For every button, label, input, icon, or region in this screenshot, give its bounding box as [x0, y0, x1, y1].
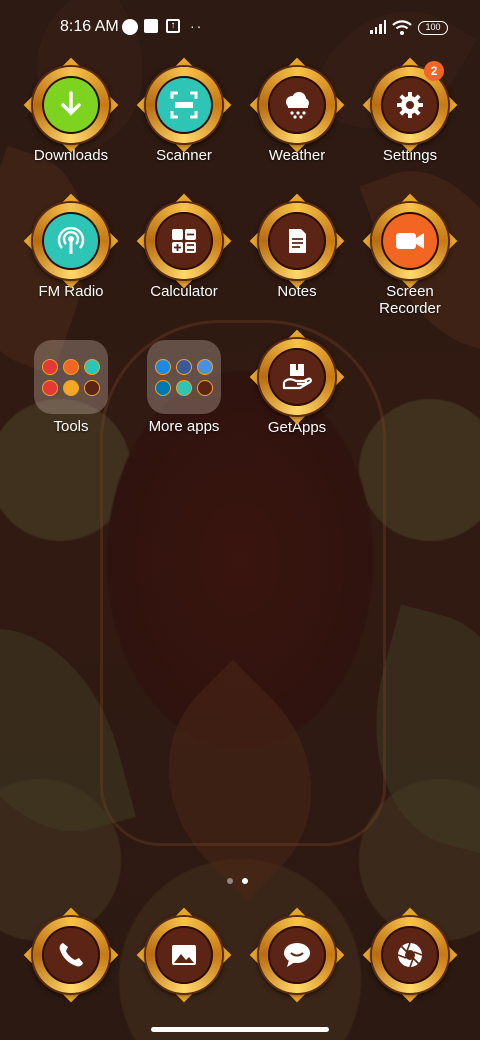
- radio-icon: [42, 212, 100, 270]
- folder-more-apps[interactable]: More apps: [129, 339, 239, 435]
- folder-icon: [34, 340, 108, 414]
- getapps-icon: [268, 348, 326, 406]
- battery-icon: 100: [418, 21, 448, 35]
- app-getapps[interactable]: GetApps: [242, 329, 352, 436]
- app-scanner[interactable]: Scanner: [129, 57, 239, 164]
- dock-phone[interactable]: [16, 907, 126, 1003]
- folder-label: More apps: [148, 418, 220, 435]
- app-downloads[interactable]: Downloads: [16, 57, 126, 164]
- calculator-icon: [155, 212, 213, 270]
- dock-messages[interactable]: [242, 907, 352, 1003]
- data-saver-icon: [122, 19, 138, 35]
- notification-badge: 2: [424, 61, 444, 81]
- notes-icon: [268, 212, 326, 270]
- scanner-icon: [155, 76, 213, 134]
- app-fm-radio[interactable]: FM Radio: [16, 193, 126, 300]
- page-dot-active[interactable]: [242, 878, 248, 884]
- phone-icon: [42, 926, 100, 984]
- dock-camera[interactable]: [355, 907, 465, 1003]
- notification-square-icon: [144, 19, 158, 33]
- page-dot[interactable]: [227, 878, 233, 884]
- status-bar: 8:16 AM ↑ ·· 100: [0, 0, 480, 56]
- folder-icon: [147, 340, 221, 414]
- status-time: 8:16 AM: [60, 18, 119, 35]
- more-notifications-icon: ··: [190, 18, 204, 34]
- app-notes[interactable]: Notes: [242, 193, 352, 300]
- app-calculator[interactable]: Calculator: [129, 193, 239, 300]
- upload-icon: ↑: [166, 19, 180, 33]
- dock-gallery[interactable]: [129, 907, 239, 1003]
- weather-icon: [268, 76, 326, 134]
- download-icon: [42, 76, 100, 134]
- signal-icon: [370, 20, 386, 34]
- app-screen-recorder[interactable]: Screen Recorder: [355, 193, 465, 317]
- app-settings[interactable]: 2 Settings: [355, 57, 465, 164]
- gallery-icon: [155, 926, 213, 984]
- messages-icon: [268, 926, 326, 984]
- video-camera-icon: [381, 212, 439, 270]
- camera-icon: [381, 926, 439, 984]
- app-weather[interactable]: Weather: [242, 57, 352, 164]
- home-gesture-bar[interactable]: [151, 1027, 329, 1032]
- folder-label: Tools: [53, 418, 89, 435]
- folder-tools[interactable]: Tools: [16, 339, 126, 435]
- wifi-icon: [392, 20, 412, 35]
- page-indicator: [227, 878, 248, 884]
- gear-icon: [381, 76, 439, 134]
